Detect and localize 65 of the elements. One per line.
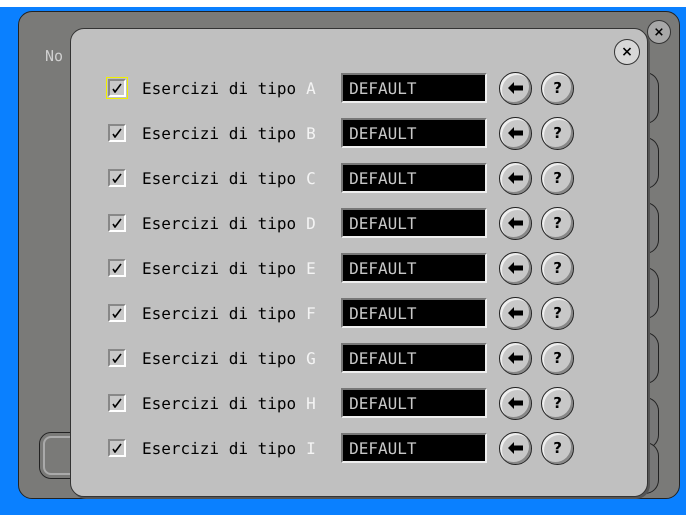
check-mark-icon bbox=[112, 83, 122, 93]
help-button[interactable]: ? bbox=[541, 386, 574, 420]
checkbox-label: Esercizi di tipo bbox=[142, 394, 296, 412]
left-arrow-icon bbox=[508, 172, 524, 184]
checkbox[interactable] bbox=[108, 169, 126, 187]
check-mark-icon bbox=[112, 263, 122, 273]
help-button[interactable]: ? bbox=[541, 342, 574, 374]
left-arrow-icon bbox=[508, 127, 524, 139]
input-field[interactable]: DEFAULT bbox=[341, 253, 488, 283]
left-arrow-button[interactable] bbox=[499, 296, 532, 330]
checkbox-label: Esercizi di tipo bbox=[142, 258, 296, 278]
left-arrow-icon bbox=[508, 352, 524, 364]
left-arrow-icon bbox=[508, 217, 524, 229]
input-field[interactable]: DEFAULT bbox=[341, 163, 488, 193]
checkbox[interactable] bbox=[108, 259, 126, 277]
left-arrow-icon bbox=[508, 307, 524, 319]
checkbox-label: Esercizi di tipo bbox=[142, 214, 296, 232]
check-mark-icon bbox=[112, 218, 122, 228]
check-mark-icon bbox=[112, 443, 122, 453]
input-field[interactable]: DEFAULT bbox=[341, 118, 488, 148]
field-label: No bbox=[45, 47, 64, 65]
check-mark-icon bbox=[112, 173, 122, 183]
checkbox-label: Esercizi di tipo bbox=[142, 124, 296, 142]
checkbox[interactable] bbox=[108, 349, 126, 367]
left-arrow-button[interactable] bbox=[499, 386, 532, 420]
input-field[interactable]: DEFAULT bbox=[341, 433, 488, 463]
check-mark-icon bbox=[112, 128, 122, 138]
close-button[interactable]: × bbox=[614, 39, 640, 65]
input-field[interactable]: DEFAULT bbox=[341, 298, 488, 328]
checkbox[interactable] bbox=[108, 214, 126, 232]
input-field[interactable]: DEFAULT bbox=[341, 343, 488, 373]
checkbox-label: Esercizi di tipo bbox=[142, 304, 296, 322]
input-field[interactable]: DEFAULT bbox=[341, 208, 488, 238]
help-button[interactable]: ? bbox=[541, 116, 574, 150]
close-button[interactable]: × bbox=[647, 20, 671, 44]
checkbox-label: Esercizi di tipo bbox=[142, 438, 296, 458]
check-mark-icon bbox=[112, 308, 122, 318]
left-arrow-icon bbox=[508, 442, 524, 454]
left-arrow-button[interactable] bbox=[499, 206, 532, 240]
help-button[interactable]: ? bbox=[541, 206, 574, 240]
checkbox-label: Esercizi di tipo bbox=[142, 168, 296, 188]
left-arrow-button[interactable] bbox=[499, 72, 532, 104]
checkbox[interactable] bbox=[108, 304, 126, 322]
checkbox[interactable] bbox=[108, 439, 126, 457]
help-button[interactable]: ? bbox=[541, 72, 574, 104]
help-button[interactable]: ? bbox=[541, 162, 574, 194]
left-arrow-button[interactable] bbox=[499, 432, 532, 464]
input-field[interactable]: DEFAULT bbox=[341, 388, 488, 418]
left-arrow-icon bbox=[508, 262, 524, 274]
checkbox[interactable] bbox=[108, 124, 126, 142]
checkbox-label: Esercizi di tipo bbox=[142, 78, 296, 98]
help-button[interactable]: ? bbox=[541, 432, 574, 464]
left-arrow-button[interactable] bbox=[499, 252, 532, 284]
check-mark-icon bbox=[112, 353, 122, 363]
left-arrow-icon bbox=[508, 397, 524, 409]
left-arrow-button[interactable] bbox=[499, 162, 532, 194]
check-mark-icon bbox=[112, 398, 122, 408]
help-button[interactable]: ? bbox=[541, 252, 574, 284]
input-field[interactable]: DEFAULT bbox=[341, 73, 488, 103]
left-arrow-button[interactable] bbox=[499, 342, 532, 374]
checkbox[interactable] bbox=[108, 394, 126, 412]
left-arrow-button[interactable] bbox=[499, 116, 532, 150]
checkbox-label: Esercizi di tipo bbox=[142, 348, 296, 368]
help-button[interactable]: ? bbox=[541, 296, 574, 330]
left-arrow-icon bbox=[508, 82, 524, 94]
